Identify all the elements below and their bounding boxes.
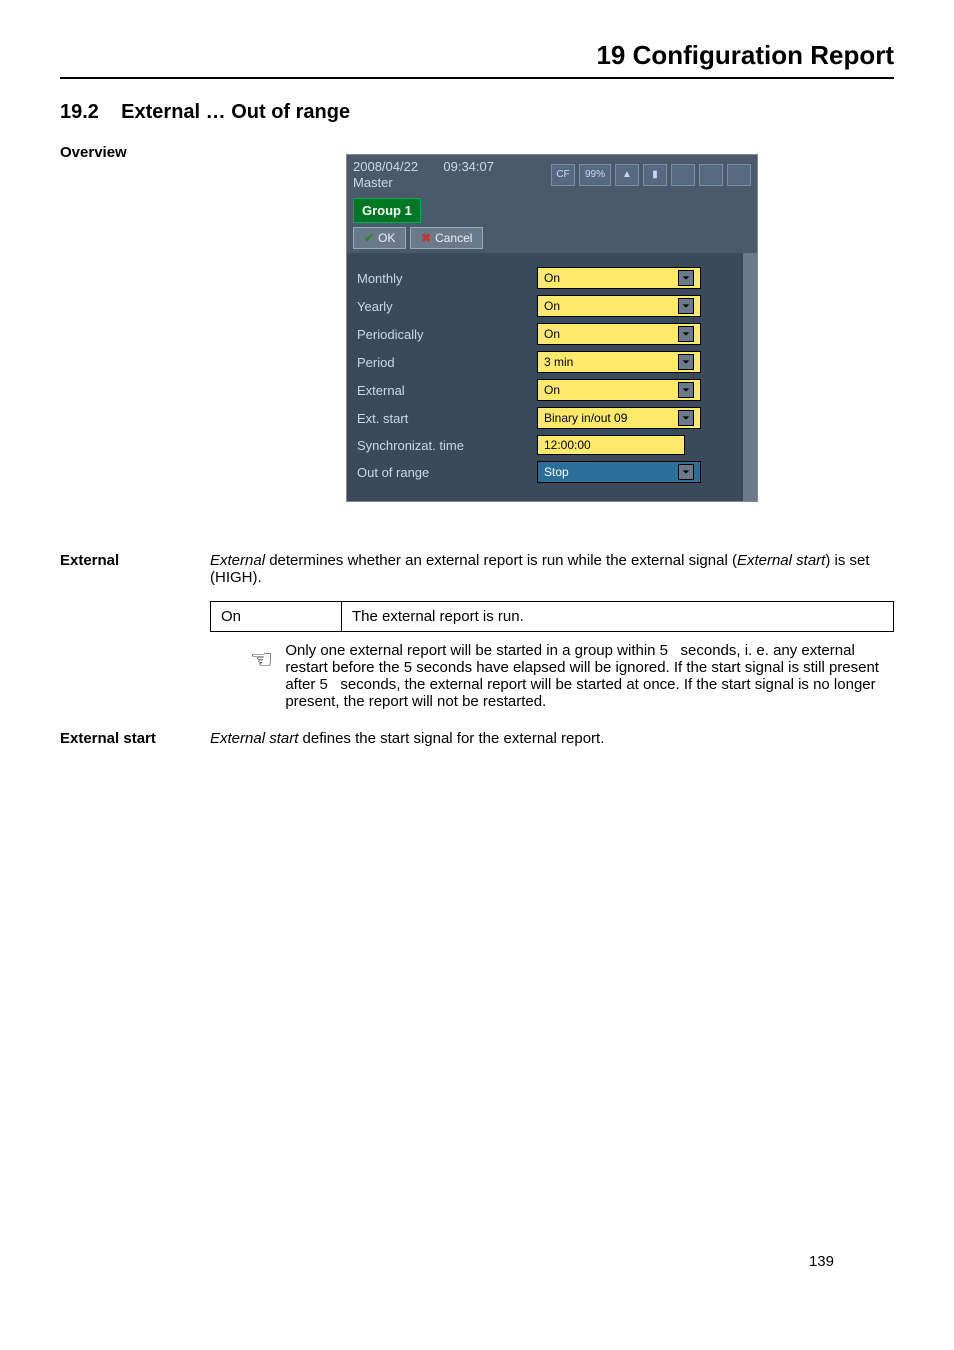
alarm-icon: ▲	[615, 164, 639, 186]
section-number: 19.2	[60, 101, 99, 123]
external-paragraph: External determines whether an external …	[210, 552, 894, 586]
sync-time-value: 12:00:00	[544, 438, 591, 452]
blank-icon-3	[727, 164, 751, 186]
cross-icon: ✖	[421, 231, 431, 245]
chevron-down-icon	[678, 270, 694, 286]
ext-start-label: Ext. start	[357, 411, 537, 426]
screenshot-titlebar: 2008/04/22 09:34:07 Master CF 99% ▲ ▮	[347, 155, 757, 194]
chevron-down-icon	[678, 382, 694, 398]
external-text-mid: determines whether an external report is…	[265, 552, 737, 569]
external-table-col2: The external report is run.	[342, 602, 894, 632]
group-tab[interactable]: Group 1	[353, 198, 421, 223]
external-table: On The external report is run.	[210, 601, 894, 632]
external-section-label: External	[60, 552, 210, 710]
page-number: 139	[809, 1253, 834, 1270]
section-title: 19.2 External … Out of range	[60, 101, 894, 124]
screenshot-master: Master	[353, 175, 393, 190]
chevron-down-icon	[678, 464, 694, 480]
external-note-text: Only one external report will be started…	[285, 642, 890, 710]
yearly-value: On	[544, 299, 560, 313]
monthly-label: Monthly	[357, 271, 537, 286]
chevron-down-icon	[678, 410, 694, 426]
periodically-label: Periodically	[357, 327, 537, 342]
chevron-down-icon	[678, 326, 694, 342]
out-of-range-label: Out of range	[357, 465, 537, 480]
monthly-value: On	[544, 271, 560, 285]
blank-icon-1	[671, 164, 695, 186]
external-value: On	[544, 383, 560, 397]
ext-start-dropdown[interactable]: Binary in/out 09	[537, 407, 701, 429]
period-value: 3 min	[544, 355, 573, 369]
ext-start-value: Binary in/out 09	[544, 411, 627, 425]
chart-icon: ▮	[643, 164, 667, 186]
external-table-col1: On	[211, 602, 342, 632]
periodically-dropdown[interactable]: On	[537, 323, 701, 345]
external-start-section-label: External start	[60, 730, 210, 762]
chevron-down-icon	[678, 354, 694, 370]
out-of-range-value: Stop	[544, 465, 569, 479]
external-ital-2: External start	[737, 552, 825, 569]
external-note: ☞ Only one external report will be start…	[250, 642, 890, 710]
section-name: External … Out of range	[121, 101, 350, 123]
screenshot-time: 09:34:07	[443, 159, 494, 174]
sync-time-label: Synchronizat. time	[357, 438, 537, 453]
external-start-rest: defines the start signal for the externa…	[298, 730, 604, 747]
external-start-ital: External start	[210, 730, 298, 747]
monthly-dropdown[interactable]: On	[537, 267, 701, 289]
cf-card-icon: CF	[551, 164, 575, 186]
screenshot-panel: 2008/04/22 09:34:07 Master CF 99% ▲ ▮	[346, 154, 758, 502]
cf-percent-icon: 99%	[579, 164, 611, 186]
check-icon: ✔	[364, 231, 374, 245]
external-ital-1: External	[210, 552, 265, 569]
external-dropdown[interactable]: On	[537, 379, 701, 401]
periodically-value: On	[544, 327, 560, 341]
scrollbar[interactable]	[743, 253, 757, 501]
cancel-button[interactable]: ✖ Cancel	[410, 227, 483, 249]
period-label: Period	[357, 355, 537, 370]
blank-icon-2	[699, 164, 723, 186]
out-of-range-dropdown[interactable]: Stop	[537, 461, 701, 483]
cancel-label: Cancel	[435, 231, 472, 245]
yearly-dropdown[interactable]: On	[537, 295, 701, 317]
pointing-hand-icon: ☞	[250, 644, 273, 675]
chevron-down-icon	[678, 298, 694, 314]
screenshot-date: 2008/04/22	[353, 159, 418, 174]
yearly-label: Yearly	[357, 299, 537, 314]
external-label: External	[357, 383, 537, 398]
header-title: 19 Configuration Report	[596, 40, 894, 70]
external-start-paragraph: External start defines the start signal …	[210, 730, 894, 747]
period-dropdown[interactable]: 3 min	[537, 351, 701, 373]
page-header: 19 Configuration Report	[60, 40, 894, 79]
sync-time-input[interactable]: 12:00:00	[537, 435, 685, 455]
ok-label: OK	[378, 231, 395, 245]
ok-button[interactable]: ✔ OK	[353, 227, 406, 249]
overview-label: Overview	[60, 144, 210, 532]
